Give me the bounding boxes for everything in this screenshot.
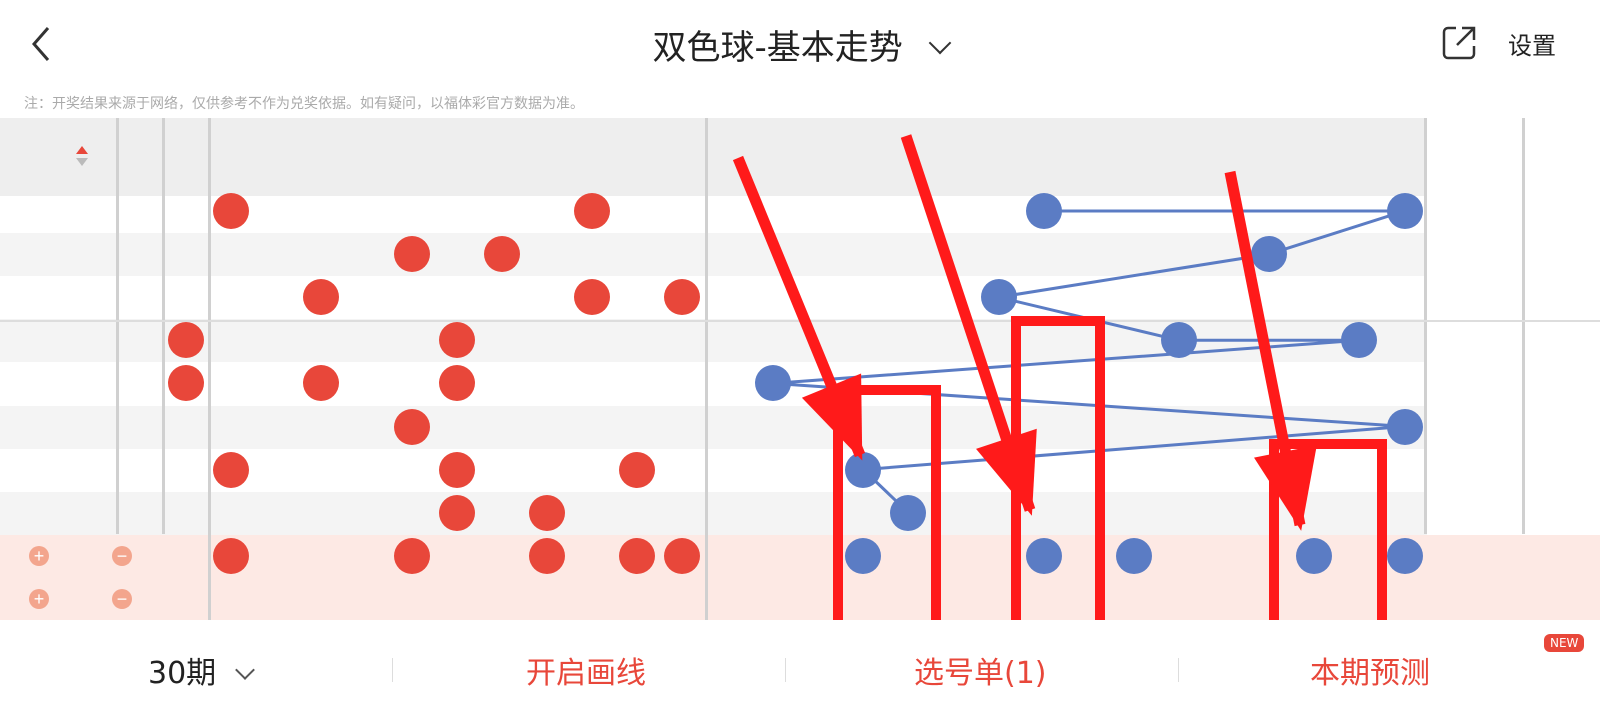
- periods-label: 30期: [148, 656, 217, 691]
- trend-table: + − + −: [0, 0, 1600, 720]
- divider: [785, 658, 786, 682]
- divider: [392, 658, 393, 682]
- arrow-to-08-head: [976, 428, 1037, 516]
- draw-line-button[interactable]: 开启画线: [526, 648, 646, 692]
- divider: [1178, 658, 1179, 682]
- periods-selector[interactable]: 30期: [148, 648, 255, 692]
- new-badge: NEW: [1544, 634, 1585, 652]
- arrow-to-14-head: [1254, 445, 1317, 531]
- pick-list-button[interactable]: 选号单(1): [914, 648, 1047, 692]
- chevron-down-icon: [234, 660, 255, 680]
- arrow-to-04-head: [801, 373, 863, 461]
- annotation-overlay: [732, 134, 1387, 645]
- predict-button[interactable]: 本期预测: [1310, 648, 1430, 692]
